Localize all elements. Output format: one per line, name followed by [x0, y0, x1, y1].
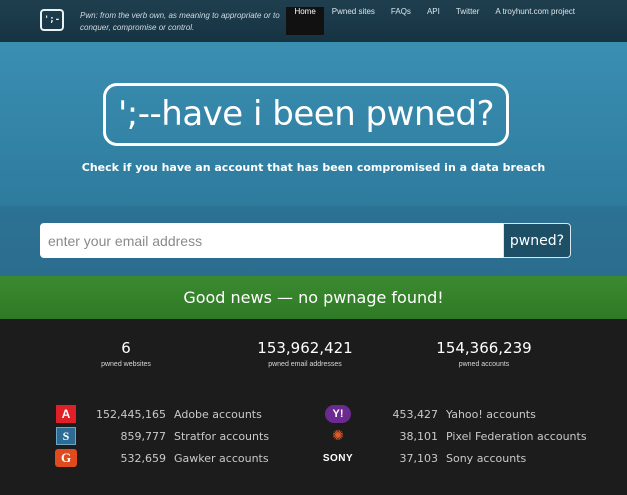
- page-title: ';--have i been pwned?: [103, 83, 509, 146]
- breach-name: Gawker accounts: [174, 451, 269, 465]
- stat-pwned-accounts: 154,366,239 pwned accounts: [404, 339, 564, 368]
- result-banner: Good news — no pwnage found!: [0, 276, 627, 319]
- breach-row-pixel-federation[interactable]: ✺ 38,101 Pixel Federation accounts: [318, 425, 618, 447]
- adobe-icon: A: [46, 404, 86, 424]
- breach-row-yahoo[interactable]: Y! 453,427 Yahoo! accounts: [318, 403, 618, 425]
- breach-count: 37,103: [399, 451, 439, 465]
- nav-pwned-sites[interactable]: Pwned sites: [324, 7, 383, 35]
- stat-value: 6: [121, 339, 131, 357]
- breach-row-gawker[interactable]: G 532,659 Gawker accounts: [46, 447, 346, 469]
- site-tagline: Pwn: from the verb own, as meaning to ap…: [80, 11, 280, 32]
- stratfor-icon: S: [46, 426, 86, 446]
- pixel-federation-icon: ✺: [332, 428, 344, 444]
- nav-faqs[interactable]: FAQs: [383, 7, 419, 35]
- breach-name: Sony accounts: [446, 451, 527, 465]
- nav-home[interactable]: Home: [286, 7, 324, 35]
- breach-row-adobe[interactable]: A 152,445,165 Adobe accounts: [46, 403, 346, 425]
- breach-count: 859,777: [120, 429, 167, 443]
- breach-count: 152,445,165: [96, 407, 166, 421]
- stat-label: pwned accounts: [458, 361, 510, 368]
- breach-list-right: Y! 453,427 Yahoo! accounts ✺ 38,101 Pixe…: [318, 403, 618, 469]
- breach-count: 532,659: [120, 451, 167, 465]
- site-logo-icon[interactable]: ';-: [40, 9, 64, 31]
- nav-twitter[interactable]: Twitter: [448, 7, 488, 35]
- hero-section: ';--have i been pwned? Check if you have…: [0, 42, 627, 206]
- stat-label: pwned websites: [101, 361, 151, 368]
- stat-value: 154,366,239: [436, 339, 532, 357]
- breach-count: 38,101: [399, 429, 439, 443]
- pwned-button[interactable]: pwned?: [503, 223, 571, 258]
- breach-name: Yahoo! accounts: [446, 407, 536, 421]
- stat-pwned-websites: 6 pwned websites: [46, 339, 206, 368]
- stat-label: pwned email addresses: [268, 361, 342, 368]
- breach-name: Stratfor accounts: [174, 429, 270, 443]
- breach-list-left: A 152,445,165 Adobe accounts S 859,777 S…: [46, 403, 346, 469]
- sony-icon: SONY: [322, 452, 354, 464]
- page-subtitle: Check if you have an account that has be…: [81, 161, 546, 174]
- main-nav: Home Pwned sites FAQs API Twitter A troy…: [286, 7, 583, 35]
- breach-name: Adobe accounts: [174, 407, 262, 421]
- breach-name: Pixel Federation accounts: [446, 429, 587, 443]
- stat-value: 153,962,421: [257, 339, 353, 357]
- nav-api[interactable]: API: [419, 7, 448, 35]
- breach-count: 453,427: [392, 407, 439, 421]
- breach-row-stratfor[interactable]: S 859,777 Stratfor accounts: [46, 425, 346, 447]
- top-navbar: ';- Pwn: from the verb own, as meaning t…: [0, 0, 627, 42]
- stats-section: 6 pwned websites 153,962,421 pwned email…: [0, 319, 627, 495]
- yahoo-icon: Y!: [318, 404, 358, 424]
- nav-troyhunt-project[interactable]: A troyhunt.com project: [487, 7, 583, 35]
- breach-row-sony[interactable]: SONY 37,103 Sony accounts: [318, 447, 618, 469]
- email-search-input[interactable]: [40, 223, 503, 258]
- search-section: pwned?: [0, 206, 627, 276]
- gawker-icon: G: [46, 448, 86, 468]
- stat-pwned-emails: 153,962,421 pwned email addresses: [225, 339, 385, 368]
